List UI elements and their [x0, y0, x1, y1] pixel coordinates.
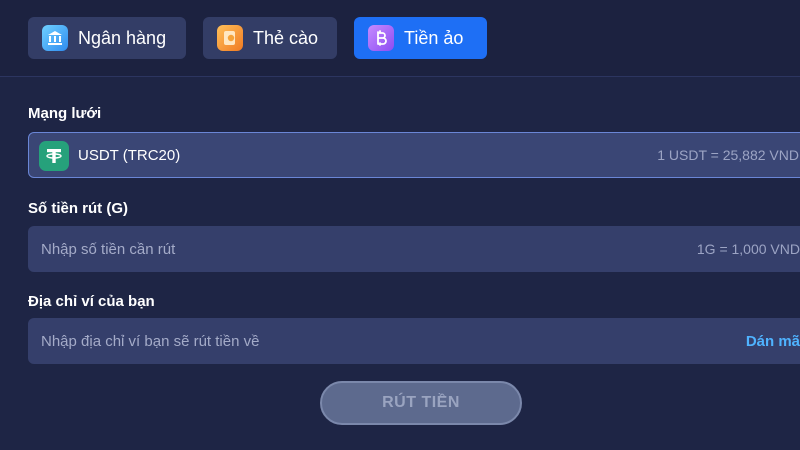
tab-scratch-card[interactable]: Thẻ cào [203, 17, 337, 59]
bitcoin-icon [368, 25, 394, 51]
wallet-label: Địa chỉ ví của bạn [28, 293, 155, 310]
wallet-field: Dán mã [28, 318, 800, 364]
tab-scratch-card-label: Thẻ cào [253, 27, 319, 48]
network-label: Mạng lưới [28, 105, 102, 122]
network-select[interactable]: USDT (TRC20) 1 USDT = 25,882 VND [28, 132, 800, 178]
amount-label: Số tiền rút (G) [28, 200, 128, 217]
withdraw-button[interactable]: RÚT TIỀN [320, 381, 522, 425]
paste-code-button[interactable]: Dán mã [746, 318, 800, 364]
gold-exchange-rate: 1G = 1,000 VND [696, 241, 800, 257]
wallet-address-input[interactable] [28, 318, 800, 364]
bank-icon [42, 25, 68, 51]
card-icon [217, 25, 243, 51]
amount-field: 1G = 1,000 VND [28, 226, 800, 272]
tab-bank[interactable]: Ngân hàng [28, 17, 186, 59]
tether-icon [39, 141, 69, 171]
amount-input[interactable] [28, 226, 800, 272]
payment-method-tabs: Ngân hàng Thẻ cào Tiền ảo [0, 0, 800, 77]
network-selected-value: USDT (TRC20) [78, 146, 181, 164]
tab-crypto-label: Tiền ảo [404, 27, 464, 48]
tab-bank-label: Ngân hàng [78, 27, 167, 48]
tab-crypto[interactable]: Tiền ảo [354, 17, 487, 59]
usdt-exchange-rate: 1 USDT = 25,882 VND [657, 147, 799, 163]
